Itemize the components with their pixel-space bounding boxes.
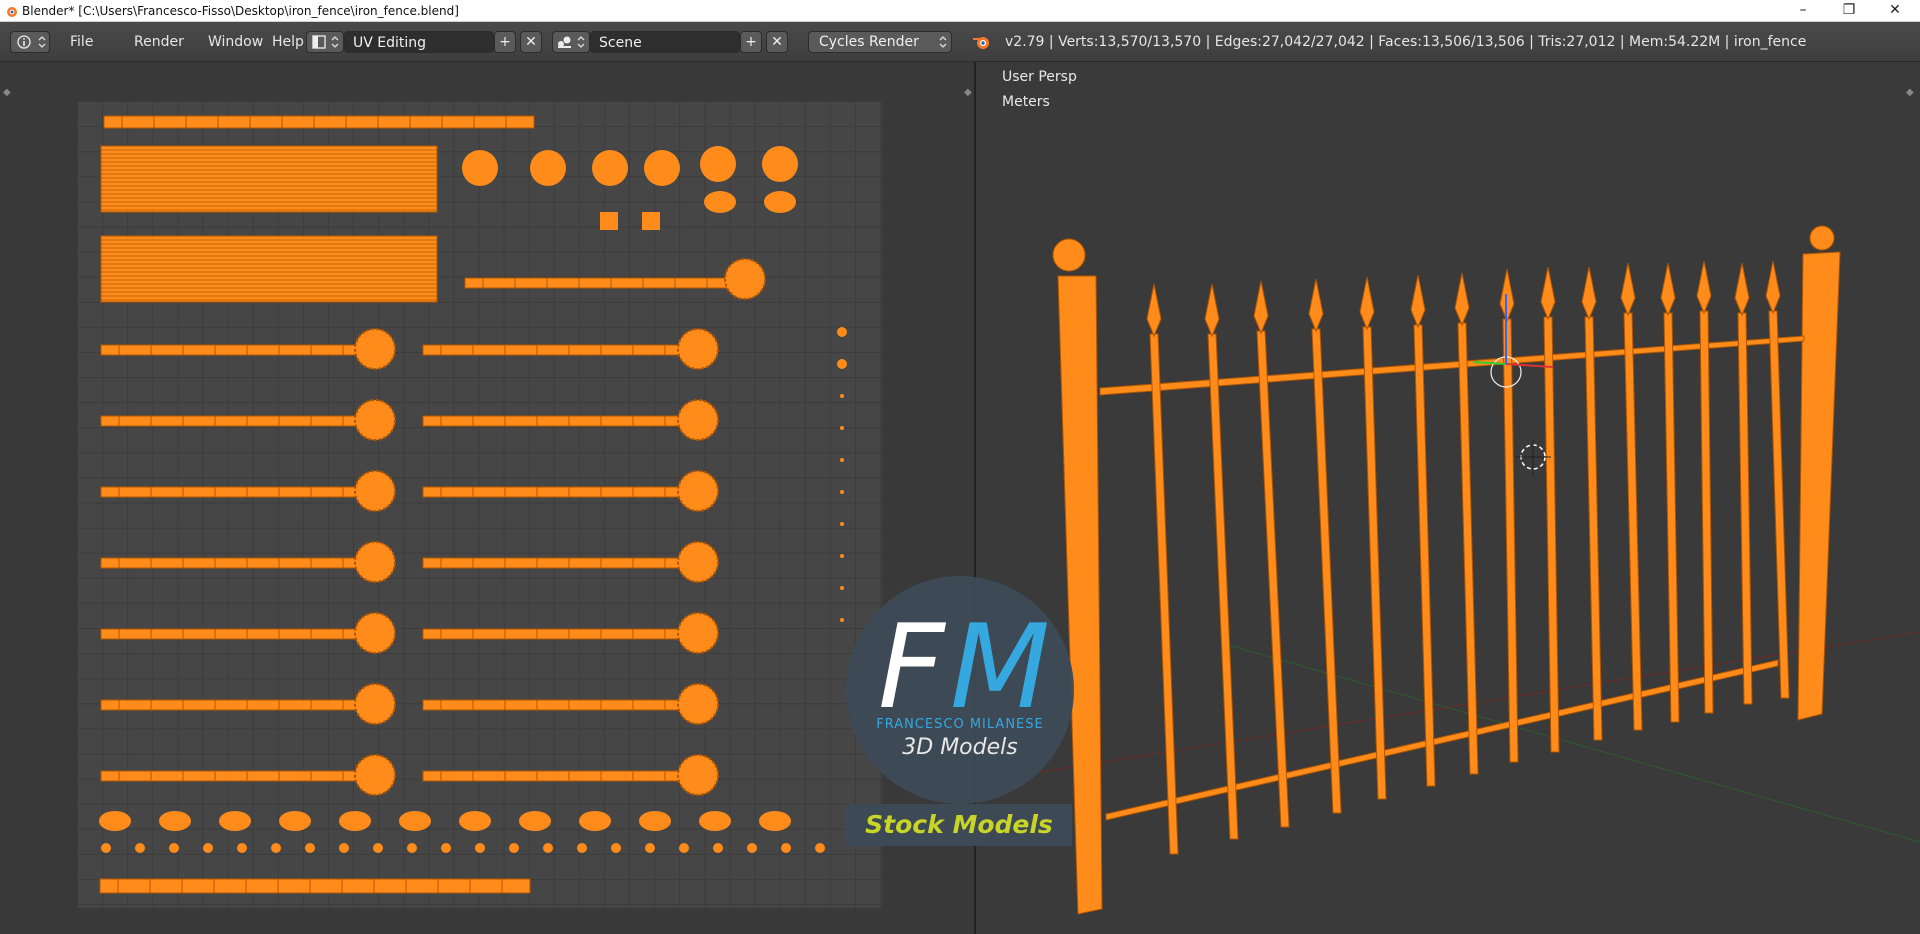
remove-layout-button[interactable]: ✕ bbox=[520, 31, 542, 53]
screen-layout-field[interactable]: UV Editing bbox=[344, 31, 494, 53]
menu-render[interactable]: Render bbox=[126, 31, 192, 53]
add-scene-button[interactable]: + bbox=[740, 31, 762, 53]
scene-statistics: v2.79 | Verts:13,570/13,570 | Edges:27,0… bbox=[1005, 34, 1807, 50]
render-engine-label: Cycles Render bbox=[819, 34, 919, 50]
screen-layout-browse[interactable] bbox=[306, 31, 344, 53]
stock-models-tag: Stock Models bbox=[846, 804, 1072, 846]
layout-icon bbox=[312, 35, 326, 49]
chevron-updown-icon bbox=[331, 36, 339, 48]
region-toggle-icon[interactable]: ◆ bbox=[1906, 87, 1914, 98]
region-toggle-icon[interactable]: ◆ bbox=[964, 87, 972, 98]
region-toggle-icon[interactable]: ◆ bbox=[3, 87, 11, 98]
brand-product: 3D Models bbox=[902, 735, 1018, 760]
editor-type-selector[interactable] bbox=[10, 31, 50, 53]
menu-help[interactable]: Help bbox=[264, 31, 312, 53]
info-header: File Render Window Help UV Editing + ✕ S… bbox=[0, 22, 1920, 62]
remove-scene-button[interactable]: ✕ bbox=[766, 31, 788, 53]
render-engine-select[interactable]: Cycles Render bbox=[808, 31, 952, 53]
close-button[interactable]: ✕ bbox=[1872, 0, 1918, 22]
view-name-label: User Persp bbox=[1002, 69, 1077, 85]
blender-app-icon bbox=[7, 7, 17, 17]
minimize-button[interactable]: – bbox=[1780, 0, 1826, 22]
chevron-updown-icon bbox=[38, 36, 46, 48]
units-label: Meters bbox=[1002, 94, 1050, 110]
window-title: Blender* [C:\Users\Francesco-Fisso\Deskt… bbox=[22, 4, 459, 18]
add-layout-button[interactable]: + bbox=[494, 31, 516, 53]
brand-logo-letter-m: M bbox=[950, 600, 1051, 735]
blender-logo-icon bbox=[973, 37, 989, 49]
info-icon bbox=[17, 35, 31, 49]
menu-file[interactable]: File bbox=[62, 31, 101, 53]
scene-browse[interactable] bbox=[552, 31, 590, 53]
brand-logo-letter-f: F bbox=[878, 600, 945, 735]
chevron-updown-icon bbox=[577, 36, 585, 48]
chevron-updown-icon bbox=[939, 36, 947, 48]
brand-name: FRANCESCO MILANESE bbox=[876, 717, 1044, 732]
restore-button[interactable]: ❐ bbox=[1826, 0, 1872, 22]
uv-grid-image[interactable] bbox=[77, 101, 882, 908]
window-titlebar: Blender* [C:\Users\Francesco-Fisso\Deskt… bbox=[0, 0, 1920, 22]
menu-window[interactable]: Window bbox=[200, 31, 271, 53]
3d-viewport[interactable]: User Persp Meters ◆ bbox=[978, 62, 1920, 934]
scene-field[interactable]: Scene bbox=[590, 31, 740, 53]
scene-icon bbox=[558, 36, 571, 48]
